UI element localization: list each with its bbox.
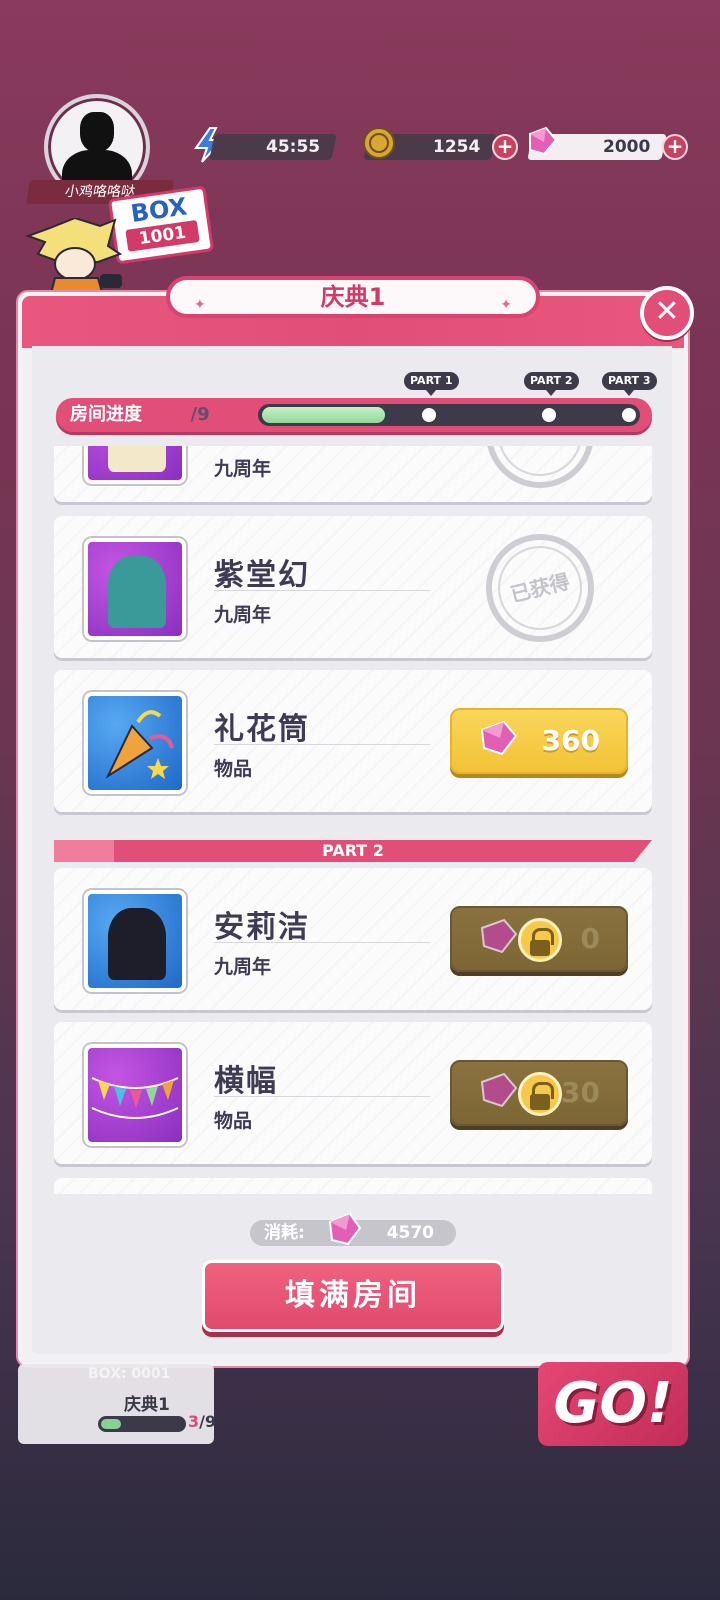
price-value: 30 <box>561 1076 600 1109</box>
character-portrait <box>108 908 166 980</box>
list-item: 紫堂幻 九周年 已获得 <box>54 516 652 658</box>
gem-icon <box>480 918 518 954</box>
list-item: 九周年 <box>54 446 652 502</box>
gem-icon <box>328 1212 362 1246</box>
list-item: 礼花筒 物品 360 <box>54 670 652 812</box>
list-item: 安莉洁 九周年 0 <box>54 868 652 1010</box>
item-name: 礼花筒 <box>214 712 310 747</box>
gem-count-text: 2000 <box>602 137 650 157</box>
lock-icon <box>518 1072 562 1116</box>
room-progress <box>98 1416 186 1432</box>
part-3-marker <box>620 406 638 424</box>
gem-icon <box>480 1072 518 1108</box>
cost-label: 消耗: <box>264 1223 305 1243</box>
progress-current: 5 <box>178 404 191 425</box>
price-value: 360 <box>541 724 600 757</box>
modal-title-text: 庆典1 <box>320 283 386 311</box>
avatar-silhouette-head <box>80 112 114 152</box>
owned-stamp-text: 已获得 <box>507 569 573 607</box>
item-name: 安莉洁 <box>214 910 310 945</box>
energy-timer: 45:55 <box>209 134 337 160</box>
part-1-tag: PART 1 <box>404 372 459 396</box>
buy-button[interactable]: 360 <box>450 708 628 774</box>
gem-icon <box>529 126 558 156</box>
divider <box>214 942 430 943</box>
item-thumbnail <box>84 446 186 484</box>
banner-icon <box>91 1077 179 1119</box>
character-portrait <box>108 556 166 628</box>
star-icon: ✦ <box>194 297 206 313</box>
locked-buy-button[interactable]: 30 <box>450 1060 628 1126</box>
locked-buy-button[interactable]: 0 <box>450 906 628 972</box>
coin-icon <box>363 127 395 159</box>
room-count-current: 3 <box>188 1412 200 1431</box>
fill-room-button[interactable]: 填满房间 <box>202 1260 504 1332</box>
item-name: 横幅 <box>214 1064 278 1099</box>
owned-stamp: 已获得 <box>474 522 606 654</box>
progress-total: 9 <box>197 404 210 425</box>
item-thumbnail <box>84 1044 186 1146</box>
room-box-title: BOX: 0001 <box>88 1366 171 1382</box>
room-progress-fill <box>101 1419 121 1429</box>
progress-count: 5/9 <box>178 404 210 425</box>
divider <box>214 744 430 745</box>
part-1-marker <box>420 406 438 424</box>
divider <box>214 1096 430 1097</box>
character-portrait <box>108 446 166 472</box>
plus-icon: + <box>666 134 684 158</box>
coin-count-text: 1254 <box>432 137 480 157</box>
lock-icon <box>518 918 562 962</box>
plus-icon: + <box>496 134 514 158</box>
room-card-background[interactable]: BOX: 0001 庆典1 3/9 <box>18 1364 216 1444</box>
party-popper-icon <box>105 710 174 779</box>
room-count-total: /9 <box>199 1412 217 1431</box>
divider <box>214 590 430 591</box>
close-button[interactable]: ✕ <box>640 286 694 340</box>
item-type: 九周年 <box>214 604 272 626</box>
part-2-tag: PART 2 <box>524 372 579 396</box>
section-header-part-2: PART 2 <box>54 840 652 862</box>
item-type: 物品 <box>214 1110 253 1132</box>
energy-timer-text: 45:55 <box>265 137 320 157</box>
item-type: 物品 <box>214 758 253 780</box>
list-item: 横幅 物品 30 <box>54 1022 652 1164</box>
close-icon: ✕ <box>654 294 680 329</box>
item-list[interactable]: 九周年 紫堂幻 九周年 已获得 礼花筒 物品 360 PART 2 安莉洁 九周… <box>40 446 664 1194</box>
list-item <box>54 1178 652 1194</box>
star-icon: ✦ <box>500 297 512 313</box>
go-button-label: GO! <box>553 1371 673 1436</box>
item-thumbnail <box>84 890 186 992</box>
price-value: 0 <box>580 922 600 955</box>
owned-stamp <box>474 446 606 500</box>
item-type: 九周年 <box>214 956 272 978</box>
modal-title: ✦ 庆典1 ✦ <box>166 276 540 318</box>
go-button[interactable]: GO! <box>538 1362 688 1446</box>
progress-fill <box>262 407 385 423</box>
item-thumbnail <box>84 692 186 794</box>
room-count: 3/9 <box>188 1412 216 1431</box>
gem-icon <box>480 720 518 756</box>
item-name: 紫堂幻 <box>214 558 310 593</box>
progress-label: 房间进度 <box>70 404 142 425</box>
part-3-tag: PART 3 <box>602 372 657 396</box>
coin-plus-button[interactable]: + <box>492 134 518 160</box>
item-thumbnail <box>84 538 186 640</box>
room-name: 庆典1 <box>124 1395 170 1415</box>
fill-room-button-label: 填满房间 <box>285 1278 421 1313</box>
item-type: 九周年 <box>214 458 272 480</box>
cost-value: 4570 <box>386 1223 434 1243</box>
part-2-marker <box>540 406 558 424</box>
gem-plus-button[interactable]: + <box>662 134 688 160</box>
